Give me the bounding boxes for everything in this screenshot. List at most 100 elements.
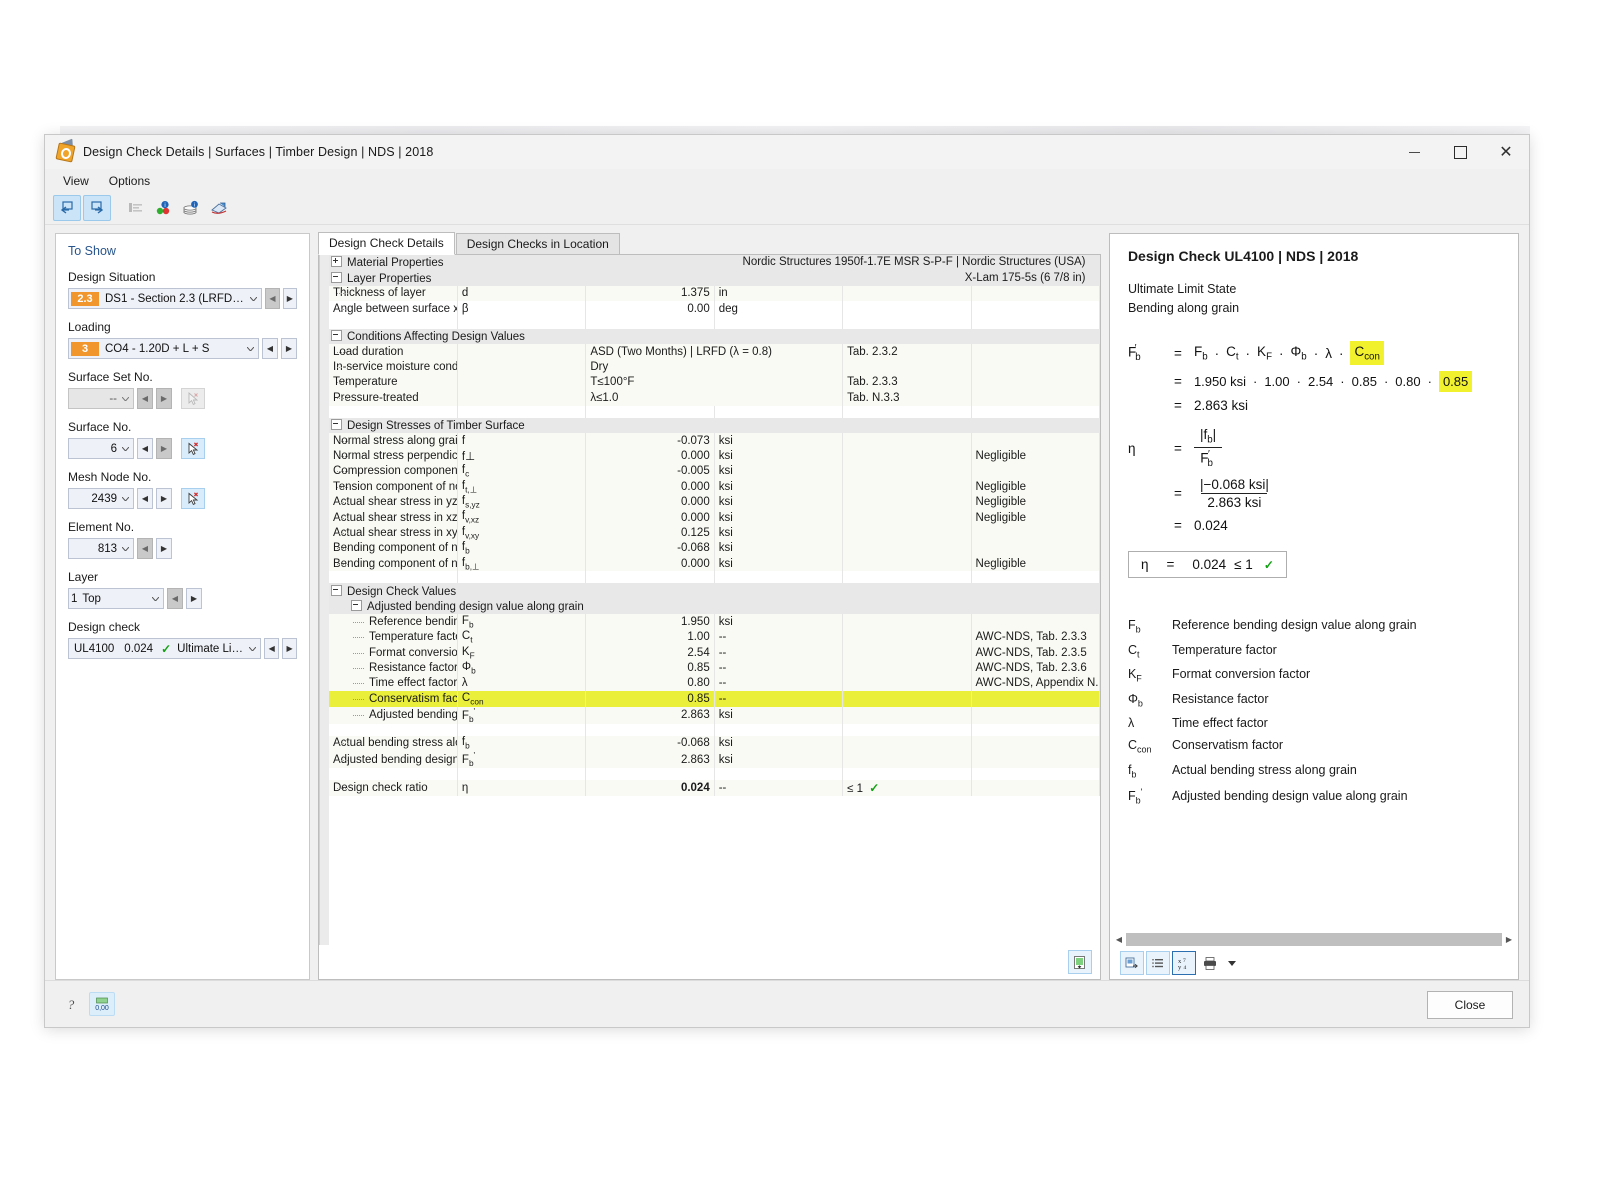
design-check-prev-button[interactable]: ◀ <box>264 638 280 659</box>
table-row[interactable]: Tension component of normal stress perpe… <box>329 479 1100 495</box>
element-no-next-button[interactable]: ▶ <box>156 538 172 559</box>
close-button[interactable]: Close <box>1427 991 1513 1019</box>
table-row[interactable]: Bending component of normal stress perpe… <box>329 556 1100 572</box>
design-check-next-button[interactable]: ▶ <box>282 638 297 659</box>
surface-set-no-prev-button[interactable]: ◀ <box>137 388 153 409</box>
table-row[interactable]: Actual shear stress in xz-planefv,xz0.00… <box>329 509 1100 526</box>
table-row[interactable]: Reference bending design value along gra… <box>329 614 1100 630</box>
table-row[interactable]: Bending component of normal stress along… <box>329 540 1100 557</box>
table-group-row[interactable]: Conditions Affecting Design Values <box>329 328 1100 344</box>
table-row[interactable]: Pressure-treated λ≤1.0 Tab. N.3.3 <box>329 390 1100 406</box>
scroll-right-arrow-icon[interactable]: ▶ <box>1502 932 1516 946</box>
details-table-scroll[interactable]: Material Properties Nordic Structures 195… <box>319 255 1100 945</box>
eta-summary-box: η = 0.024 ≤ 1 ✓ <box>1127 551 1287 579</box>
table-group-row[interactable]: Material Properties Nordic Structures 195… <box>329 255 1100 271</box>
minimize-button[interactable] <box>1391 135 1437 169</box>
table-row[interactable]: Normal stress perpendicular to grainf⊥0.… <box>329 448 1100 464</box>
layer-next-button[interactable]: ▶ <box>186 588 202 609</box>
tab-design-check-details[interactable]: Design Check Details <box>318 232 455 255</box>
tree-toggle-icon[interactable] <box>351 600 362 611</box>
surface-no-combo[interactable]: 6 <box>68 438 134 459</box>
table-row[interactable]: Normal stress along grain f -0.073 ksi <box>329 432 1100 449</box>
formula-horizontal-scrollbar[interactable]: ◀ ▶ <box>1109 931 1518 947</box>
units-icon[interactable]: 0,00 <box>89 992 115 1016</box>
surface-no-prev-button[interactable]: ◀ <box>137 438 153 459</box>
tree-toggle-icon[interactable] <box>331 418 342 430</box>
design-situation-combo[interactable]: 2.3 DS1 - Section 2.3 (LRFD), 1. t... <box>68 288 263 309</box>
formula-xy-icon[interactable]: x7y4 <box>1171 951 1196 975</box>
scroll-left-arrow-icon[interactable]: ◀ <box>1112 932 1126 946</box>
design-situation-next-button[interactable]: ▶ <box>282 288 297 309</box>
maximize-button[interactable] <box>1437 135 1483 169</box>
scroll-track[interactable] <box>1125 932 1502 946</box>
element-no-prev-button[interactable]: ◀ <box>137 538 153 559</box>
table-group-row[interactable]: Design Stresses of Timber Surface <box>329 417 1100 433</box>
layers-info-icon[interactable]: i <box>178 196 204 220</box>
tree-toggle-icon[interactable] <box>331 256 342 268</box>
row-limit <box>842 540 972 557</box>
next-check-icon[interactable] <box>83 195 111 221</box>
pick-surface-icon[interactable] <box>181 438 205 459</box>
design-check-combo[interactable]: UL4100 0.024 ✓ Ultimate Limit ... <box>68 638 262 659</box>
table-row[interactable]: Resistance factor Φb 0.85 -- AWC-NDS, Tab. 2… <box>329 660 1100 676</box>
pick-node-icon[interactable] <box>181 488 205 509</box>
help-icon[interactable]: ? <box>59 993 83 1015</box>
table-group-row[interactable]: Adjusted bending design value along grai… <box>329 598 1100 615</box>
tab-design-checks-in-location[interactable]: Design Checks in Location <box>455 233 620 255</box>
svg-text:y: y <box>1178 964 1182 971</box>
list-details-icon[interactable] <box>1145 951 1170 975</box>
table-row[interactable]: Time effect factor λ 0.80 -- AWC-NDS, Append… <box>329 675 1100 692</box>
table-row[interactable]: Format conversion factorKF2.54-- AWC-NDS,… <box>329 644 1100 661</box>
table-row[interactable]: Adjusted bending design value along grai… <box>329 706 1100 724</box>
design-situation-prev-button[interactable]: ◀ <box>265 288 280 309</box>
export-icon[interactable] <box>206 196 232 220</box>
details-list-icon[interactable] <box>122 196 148 220</box>
table-row[interactable]: Conservatism factorCcon0.85-- <box>329 691 1100 707</box>
label-design-situation: Design Situation <box>68 270 156 284</box>
table-row[interactable]: Design check ratio η 0.024 -- ≤ 1 ✓ <box>329 780 1100 796</box>
table-row[interactable]: Adjusted bending design value along grai… <box>329 751 1100 769</box>
row-description: Reference bending design value along gra… <box>329 614 458 630</box>
tree-toggle-icon[interactable] <box>331 271 342 283</box>
table-row[interactable]: Thickness of layer d 1.375 in <box>329 285 1100 302</box>
print-icon[interactable] <box>1198 952 1224 974</box>
table-row[interactable]: In-service moisture condition Dry <box>329 359 1100 375</box>
design-check-ratio: 0.024 <box>124 642 154 655</box>
export-table-icon[interactable] <box>1067 950 1092 974</box>
table-row[interactable]: Actual shear stress in yz-planefs,yz0.00… <box>329 494 1100 510</box>
loading-prev-button[interactable]: ◀ <box>262 338 278 359</box>
table-row[interactable]: Temperature factor Ct 1.00 -- AWC-NDS, Tab. … <box>329 629 1100 645</box>
table-row[interactable]: Compression component of normal stress a… <box>329 463 1100 480</box>
loading-next-button[interactable]: ▶ <box>281 338 297 359</box>
layer-combo[interactable]: 1 Top <box>68 588 164 609</box>
mesh-node-no-prev-button[interactable]: ◀ <box>137 488 153 509</box>
mesh-node-no-next-button[interactable]: ▶ <box>156 488 172 509</box>
table-group-row[interactable]: Layer Properties X-Lam 175-5s (6 7/8 in) <box>329 270 1100 286</box>
table-row[interactable]: Angle between surface x-axis and directi… <box>329 301 1100 317</box>
element-no-combo[interactable]: 813 <box>68 538 134 559</box>
tree-toggle-icon[interactable] <box>331 329 342 341</box>
menu-item-view[interactable]: View <box>55 172 97 190</box>
menu-item-options[interactable]: Options <box>101 172 158 190</box>
surface-no-next-button[interactable]: ▶ <box>156 438 172 459</box>
export-report-icon[interactable] <box>1119 951 1144 975</box>
pick-surface-set-icon[interactable] <box>181 388 205 409</box>
previous-check-icon[interactable] <box>53 195 81 221</box>
print-dropdown-icon[interactable] <box>1226 952 1238 974</box>
info-colors-icon[interactable]: i <box>150 196 176 220</box>
row-value: 0.000 <box>585 556 715 572</box>
table-row[interactable]: Actual shear stress in xy-planefv,xy0.12… <box>329 525 1100 541</box>
layer-prev-button[interactable]: ◀ <box>167 588 183 609</box>
label-surface-set-no: Surface Set No. <box>68 370 153 384</box>
table-row[interactable]: Actual bending stress along grainfb-0.06… <box>329 735 1100 752</box>
close-window-button[interactable]: ✕ <box>1483 135 1529 169</box>
table-group-row[interactable]: Design Check Values <box>329 583 1100 599</box>
table-row[interactable]: Temperature T≤100°F Tab. 2.3.3 <box>329 374 1100 391</box>
group-label: Design Stresses of Timber Surface <box>347 419 525 432</box>
table-row[interactable]: Load duration ASD (Two Months) | LRFD (λ … <box>329 343 1100 360</box>
tree-toggle-icon[interactable] <box>331 584 342 596</box>
surface-set-no-next-button[interactable]: ▶ <box>156 388 172 409</box>
loading-combo[interactable]: 3 CO4 - 1.20D + L + S <box>68 338 259 359</box>
surface-set-no-combo[interactable]: -- <box>68 388 134 409</box>
mesh-node-no-combo[interactable]: 2439 <box>68 488 134 509</box>
